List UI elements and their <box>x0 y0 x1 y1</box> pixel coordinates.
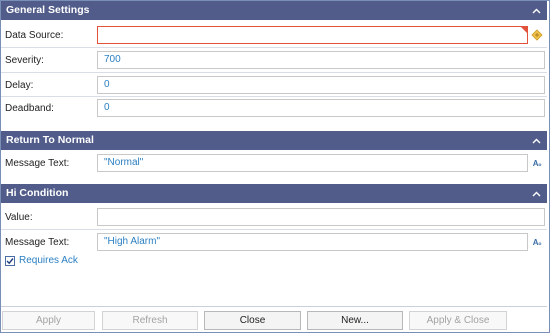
hi-condition-title: Hi Condition <box>6 187 69 199</box>
hi-value-input[interactable] <box>97 208 545 226</box>
tag-browse-icon[interactable] <box>530 28 544 42</box>
severity-label: Severity: <box>5 55 44 66</box>
text-format-icon[interactable]: A₀ <box>530 156 544 170</box>
row-divider <box>1 72 547 73</box>
hi-value-label: Value: <box>5 212 33 223</box>
close-button[interactable]: Close <box>204 311 301 330</box>
apply-close-button[interactable]: Apply & Close <box>409 311 507 330</box>
dialog-footer: Apply Refresh Close New... Apply & Close <box>1 306 547 331</box>
new-button[interactable]: New... <box>307 311 403 330</box>
data-source-input[interactable] <box>97 26 528 44</box>
general-settings-header[interactable]: General Settings <box>1 1 547 20</box>
delay-label: Delay: <box>5 80 34 91</box>
row-divider <box>1 96 547 97</box>
collapse-chevron-icon[interactable] <box>530 184 542 203</box>
apply-button[interactable]: Apply <box>2 311 95 330</box>
requires-ack-checkbox[interactable] <box>5 255 15 266</box>
general-settings-title: General Settings <box>6 4 90 16</box>
hi-message-input[interactable]: "High Alarm" <box>97 233 528 251</box>
collapse-chevron-icon[interactable] <box>530 131 542 150</box>
severity-input[interactable]: 700 <box>97 51 545 69</box>
refresh-button[interactable]: Refresh <box>102 311 198 330</box>
text-format-icon[interactable]: A₀ <box>530 235 544 249</box>
collapse-chevron-icon[interactable] <box>530 1 542 20</box>
hi-condition-header[interactable]: Hi Condition <box>1 184 547 203</box>
return-to-normal-header[interactable]: Return To Normal <box>1 131 547 150</box>
deadband-label: Deadband: <box>5 103 54 114</box>
row-divider <box>1 47 547 48</box>
requires-ack-row[interactable]: Requires Ack <box>5 255 78 266</box>
data-source-label: Data Source: <box>5 30 64 41</box>
hi-message-label: Message Text: <box>5 237 70 248</box>
deadband-input[interactable]: 0 <box>97 99 545 117</box>
delay-input[interactable]: 0 <box>97 76 545 94</box>
rtn-message-label: Message Text: <box>5 158 70 169</box>
row-divider <box>1 229 547 230</box>
return-to-normal-title: Return To Normal <box>6 134 94 146</box>
requires-ack-label: Requires Ack <box>19 255 78 266</box>
rtn-message-input[interactable]: "Normal" <box>97 154 528 172</box>
